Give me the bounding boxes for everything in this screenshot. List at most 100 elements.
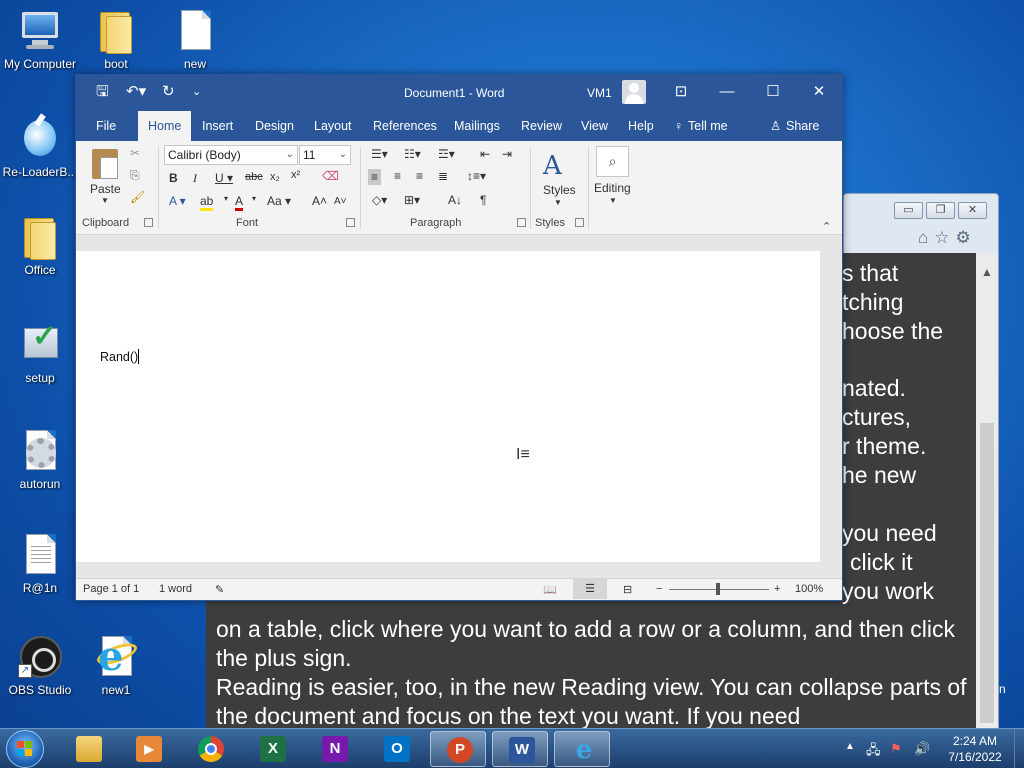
increase-indent-icon[interactable]: ⇥ <box>502 147 512 161</box>
tab-design[interactable]: Design <box>245 111 304 141</box>
taskbar-outlook[interactable]: O <box>368 731 424 767</box>
restore-button[interactable]: ❐ <box>926 202 955 219</box>
home-icon[interactable]: ⌂ <box>918 228 928 248</box>
italic-button[interactable]: I <box>193 171 197 186</box>
desktop-icon-new[interactable]: new <box>155 8 235 71</box>
taskbar-powerpoint[interactable]: P <box>430 731 486 767</box>
undo-icon[interactable]: ↶▾ <box>126 83 146 101</box>
highlight-dropdown-icon[interactable]: ▾ <box>224 194 228 203</box>
document-body[interactable]: Rand() <box>100 349 140 364</box>
tab-references[interactable]: References <box>363 111 447 141</box>
align-left-icon[interactable]: ≡ <box>368 169 382 185</box>
collapse-ribbon-icon[interactable]: ⌃ <box>822 220 831 233</box>
share-button[interactable]: ♙ Share <box>760 111 829 141</box>
styles-launcher-icon[interactable] <box>575 218 584 227</box>
shrink-font-icon[interactable]: A˅ <box>334 196 347 207</box>
start-button[interactable] <box>6 730 44 768</box>
tab-review[interactable]: Review <box>511 111 572 141</box>
show-hidden-icons-icon[interactable]: ▲ <box>845 741 855 752</box>
redo-icon[interactable]: ↻ <box>162 83 175 101</box>
multilevel-list-icon[interactable]: ☲▾ <box>438 147 455 161</box>
maximize-button[interactable]: ☐ <box>750 75 796 111</box>
desktop-icon-new1[interactable]: e new1 <box>76 634 156 697</box>
paste-icon[interactable] <box>92 149 118 179</box>
font-launcher-icon[interactable] <box>346 218 355 227</box>
tab-home[interactable]: Home <box>138 111 192 141</box>
grow-font-icon[interactable]: A˄ <box>312 194 327 208</box>
vertical-scrollbar[interactable] <box>820 235 842 578</box>
desktop-icon-reloader[interactable]: Re-LoaderB... <box>0 116 80 179</box>
taskbar-explorer[interactable] <box>60 731 116 767</box>
editing-dropdown-icon[interactable]: ▼ <box>609 196 617 205</box>
avatar[interactable] <box>622 80 646 104</box>
desktop-icon-boot[interactable]: boot <box>76 8 156 71</box>
word-count[interactable]: 1 word <box>159 583 192 595</box>
proofing-icon[interactable]: ✎ <box>215 583 224 596</box>
save-icon[interactable]: 🖫 <box>96 83 109 101</box>
paste-label[interactable]: Paste <box>90 182 121 196</box>
text-effects-icon[interactable]: A ▾ <box>169 194 186 208</box>
volume-icon[interactable]: 🔊 <box>914 741 930 757</box>
subscript-button[interactable]: x₂ <box>270 171 280 183</box>
minimize-button[interactable]: ▭ <box>894 202 923 219</box>
taskbar-internet-explorer[interactable]: e <box>554 731 610 767</box>
desktop-icon-setup[interactable]: ✓ setup <box>0 322 80 385</box>
paste-dropdown-icon[interactable]: ▼ <box>101 196 109 205</box>
desktop-icon-r1n[interactable]: R@1n <box>0 532 80 595</box>
superscript-button[interactable]: x² <box>291 169 300 181</box>
reader-scrollbar[interactable]: ▲ <box>976 253 998 728</box>
taskbar-media-player[interactable]: ▶ <box>120 731 176 767</box>
sort-icon[interactable]: A↓ <box>448 193 462 207</box>
network-icon[interactable]: 🖧 <box>866 741 881 763</box>
zoom-slider-thumb[interactable] <box>716 583 720 595</box>
scroll-up-icon[interactable]: ▲ <box>981 265 993 279</box>
font-color-icon[interactable]: A <box>235 194 244 211</box>
clear-formatting-icon[interactable]: ⌫ <box>322 169 339 183</box>
favorites-star-icon[interactable]: ☆ <box>934 228 949 248</box>
customize-toolbar-icon[interactable]: ⌄ <box>192 83 201 101</box>
font-size-combo[interactable]: 11 ⌄ <box>299 145 351 165</box>
minimize-button[interactable]: — <box>704 75 750 111</box>
font-name-combo[interactable]: Calibri (Body) ⌄ <box>164 145 298 165</box>
gear-icon[interactable]: ⚙ <box>956 228 971 248</box>
web-layout-icon[interactable]: ⊟ <box>623 583 632 596</box>
tab-mailings[interactable]: Mailings <box>444 111 510 141</box>
strikethrough-button[interactable]: abc <box>245 171 263 183</box>
print-layout-icon[interactable]: ☰ <box>573 579 607 599</box>
taskbar-word[interactable]: W <box>492 731 548 767</box>
change-case-icon[interactable]: Aa ▾ <box>267 194 291 208</box>
show-formatting-marks-icon[interactable]: ¶ <box>480 193 486 207</box>
search-icon[interactable]: ⌕ <box>596 146 629 177</box>
read-mode-icon[interactable]: 📖 <box>543 583 557 596</box>
ribbon-display-options-button[interactable]: ⊡ <box>658 75 704 111</box>
font-color-dropdown-icon[interactable]: ▾ <box>252 194 256 203</box>
decrease-indent-icon[interactable]: ⇤ <box>480 147 490 161</box>
system-clock[interactable]: 2:24 AM 7/16/2022 <box>940 733 1010 765</box>
styles-label[interactable]: Styles <box>543 183 576 197</box>
scroll-thumb[interactable] <box>980 423 994 723</box>
tab-layout[interactable]: Layout <box>304 111 362 141</box>
action-center-icon[interactable]: ⚑ <box>890 741 902 757</box>
taskbar-chrome[interactable] <box>182 731 238 767</box>
align-center-icon[interactable]: ≡ <box>394 169 401 183</box>
zoom-out-button[interactable]: − <box>656 583 662 595</box>
paragraph-launcher-icon[interactable] <box>517 218 526 227</box>
close-button[interactable]: ✕ <box>796 75 842 111</box>
clipboard-launcher-icon[interactable] <box>144 218 153 227</box>
desktop-icon-my-computer[interactable]: My Computer <box>0 8 80 71</box>
zoom-level[interactable]: 100% <box>795 583 823 595</box>
taskbar-onenote[interactable]: N <box>306 731 362 767</box>
show-desktop-button[interactable] <box>1014 729 1024 768</box>
taskbar-excel[interactable]: X <box>244 731 300 767</box>
underline-button[interactable]: U ▾ <box>215 171 233 185</box>
user-name[interactable]: VM1 <box>587 86 612 100</box>
numbering-icon[interactable]: ☷▾ <box>404 147 421 161</box>
word-window[interactable]: 🖫 ↶▾ ↻ ⌄ Document1 - Word VM1 ⊡ ☐ ✕ — Fi… <box>75 74 843 601</box>
line-spacing-icon[interactable]: ↕≡▾ <box>467 169 486 183</box>
shading-icon[interactable]: ◇▾ <box>372 193 387 207</box>
styles-dropdown-icon[interactable]: ▼ <box>554 198 562 207</box>
justify-icon[interactable]: ≣ <box>438 169 448 183</box>
desktop-icon-obs-studio[interactable]: ↗ OBS Studio <box>0 634 80 697</box>
tab-view[interactable]: View <box>571 111 618 141</box>
page-count[interactable]: Page 1 of 1 <box>83 583 139 595</box>
